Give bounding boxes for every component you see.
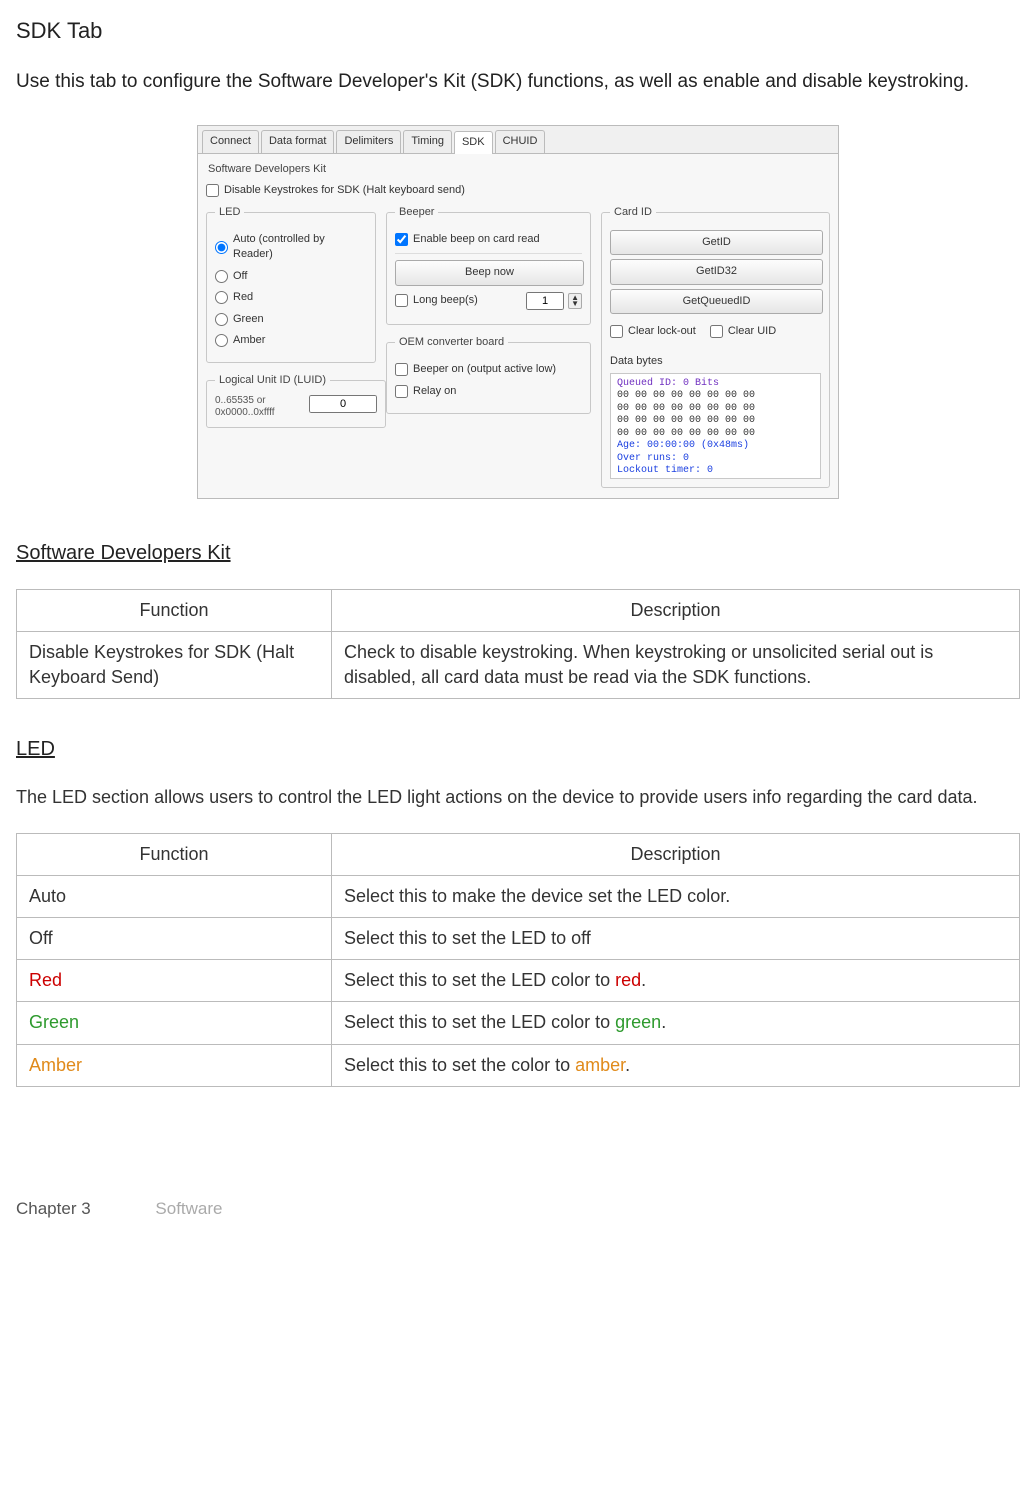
disable-keystrokes-label: Disable Keystrokes for SDK (Halt keyboar… xyxy=(224,183,465,198)
page-title: SDK Tab xyxy=(16,16,1020,47)
table-row: Off Select this to set the LED to off xyxy=(17,918,1020,960)
oem-relay-on-checkbox[interactable]: Relay on xyxy=(395,384,582,399)
tab-data-format[interactable]: Data format xyxy=(261,130,334,152)
luid-legend: Logical Unit ID (LUID) xyxy=(215,373,330,388)
oem-group: OEM converter board Beeper on (output ac… xyxy=(386,335,591,414)
led-group: LED Auto (controlled by Reader) Off Red xyxy=(206,205,376,364)
oem-beeper-on-checkbox[interactable]: Beeper on (output active low) xyxy=(395,362,582,377)
beeper-group: Beeper Enable beep on card read Beep now… xyxy=(386,205,591,325)
page-footer: Chapter 3 Software xyxy=(16,1197,1020,1221)
table-row: Green Select this to set the LED color t… xyxy=(17,1002,1020,1044)
cardid-legend: Card ID xyxy=(610,205,656,220)
cardid-group: Card ID GetID GetID32 GetQueuedID Clear … xyxy=(601,205,830,488)
th-function: Function xyxy=(17,833,332,875)
getqueuedid-button[interactable]: GetQueuedID xyxy=(610,289,823,314)
beep-now-button[interactable]: Beep now xyxy=(395,260,584,285)
data-bytes-box: Queued ID: 0 Bits 00 00 00 00 00 00 00 0… xyxy=(610,373,821,479)
luid-group: Logical Unit ID (LUID) 0..65535 or 0x000… xyxy=(206,373,386,427)
panel-title: Software Developers Kit xyxy=(208,162,830,177)
footer-chapter: Chapter 3 xyxy=(16,1199,91,1218)
luid-hint: 0..65535 or 0x0000..0xffff xyxy=(215,395,301,419)
sdk-table: Function Description Disable Keystrokes … xyxy=(16,589,1020,700)
table-row: Disable Keystrokes for SDK (Halt Keyboar… xyxy=(17,632,1020,699)
disable-keystrokes-checkbox[interactable]: Disable Keystrokes for SDK (Halt keyboar… xyxy=(206,183,830,198)
led-table: Function Description Auto Select this to… xyxy=(16,833,1020,1087)
tab-timing[interactable]: Timing xyxy=(403,130,452,152)
table-row: Red Select this to set the LED color to … xyxy=(17,960,1020,1002)
led-green-radio[interactable]: Green xyxy=(215,312,367,327)
tab-sdk[interactable]: SDK xyxy=(454,131,493,153)
long-beeps-checkbox[interactable]: Long beep(s) ▲▼ xyxy=(395,292,582,310)
th-description: Description xyxy=(332,833,1020,875)
led-intro-text: The LED section allows users to control … xyxy=(16,785,1020,810)
tab-chuid[interactable]: CHUID xyxy=(495,130,546,152)
sdk-dialog: Connect Data format Delimiters Timing SD… xyxy=(197,125,839,499)
beeper-legend: Beeper xyxy=(395,205,438,220)
led-off-radio[interactable]: Off xyxy=(215,269,367,284)
spinner-updown-icon[interactable]: ▲▼ xyxy=(568,293,582,309)
long-beeps-value[interactable] xyxy=(526,292,564,310)
oem-legend: OEM converter board xyxy=(395,335,508,350)
data-bytes-label: Data bytes xyxy=(610,354,821,369)
led-red-radio[interactable]: Red xyxy=(215,290,367,305)
disable-keystrokes-input[interactable] xyxy=(206,184,219,197)
enable-beep-checkbox[interactable]: Enable beep on card read xyxy=(395,232,582,247)
table-row: Amber Select this to set the color to am… xyxy=(17,1044,1020,1086)
tab-connect[interactable]: Connect xyxy=(202,130,259,152)
getid32-button[interactable]: GetID32 xyxy=(610,259,823,284)
tab-delimiters[interactable]: Delimiters xyxy=(336,130,401,152)
sdk-subheading: Software Developers Kit xyxy=(16,539,1020,567)
footer-section: Software xyxy=(155,1199,222,1218)
luid-input[interactable] xyxy=(309,395,377,413)
led-legend: LED xyxy=(215,205,244,220)
table-row: Auto Select this to make the device set … xyxy=(17,875,1020,917)
clear-uid-checkbox[interactable]: Clear UID xyxy=(710,324,776,339)
th-function: Function xyxy=(17,589,332,631)
led-amber-radio[interactable]: Amber xyxy=(215,333,367,348)
tabstrip: Connect Data format Delimiters Timing SD… xyxy=(198,126,838,153)
led-subheading: LED xyxy=(16,735,1020,763)
getid-button[interactable]: GetID xyxy=(610,230,823,255)
intro-text: Use this tab to configure the Software D… xyxy=(16,69,1020,96)
clear-lockout-checkbox[interactable]: Clear lock-out xyxy=(610,324,696,339)
led-auto-radio[interactable]: Auto (controlled by Reader) xyxy=(215,232,367,263)
th-description: Description xyxy=(332,589,1020,631)
